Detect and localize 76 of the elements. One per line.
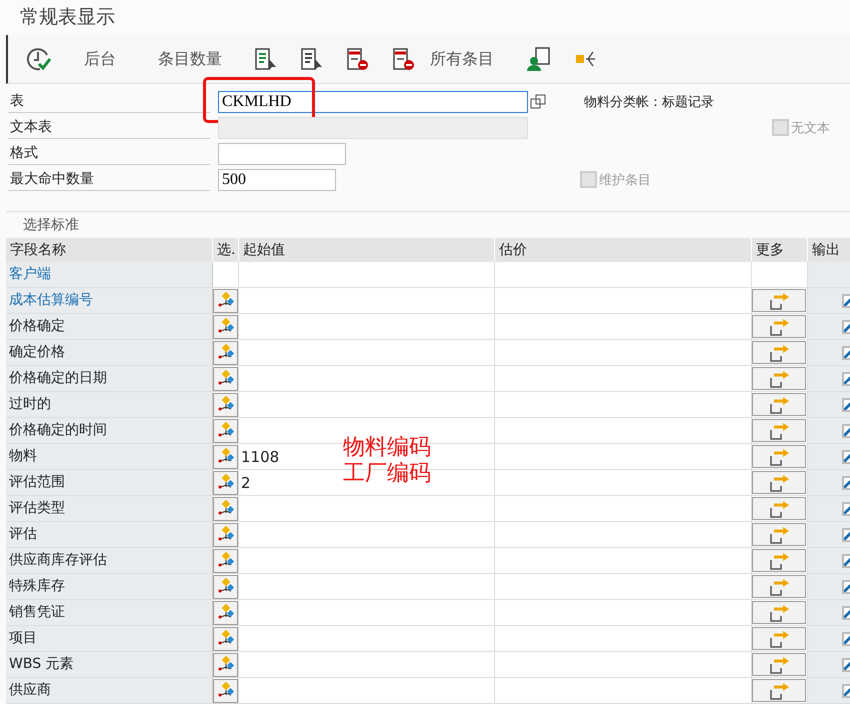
toolbar-button[interactable]: 条目数量 bbox=[140, 41, 240, 77]
field-name: 评估范围 bbox=[6, 470, 213, 495]
field-name: 项目 bbox=[6, 626, 213, 651]
field-name: 特殊库存 bbox=[6, 574, 213, 599]
delete-list-icon bbox=[392, 47, 416, 71]
checkbox[interactable] bbox=[772, 119, 789, 136]
field-name: 价格确定的时间 bbox=[6, 418, 213, 443]
multiple-selection-icon bbox=[768, 474, 790, 492]
field-name: 客户端 bbox=[6, 262, 213, 287]
field-name: 确定价格 bbox=[6, 340, 213, 365]
clock-check-icon bbox=[26, 46, 52, 72]
text-table-field[interactable] bbox=[218, 116, 528, 138]
multiple-selection-icon bbox=[768, 344, 790, 362]
list-cursor-icon bbox=[254, 47, 278, 71]
field-name: 评估 bbox=[6, 522, 213, 547]
options-icon bbox=[216, 448, 234, 466]
document-cursor-icon bbox=[300, 47, 324, 71]
field-name: 销售凭证 bbox=[6, 600, 213, 625]
annotation-text: 物料编码 bbox=[343, 436, 431, 460]
field-name: 过时的 bbox=[6, 392, 213, 417]
multiple-selection-icon bbox=[768, 370, 790, 388]
person-icon bbox=[526, 46, 552, 72]
field-label: 表 bbox=[8, 90, 210, 113]
max-hits-field[interactable]: 500 bbox=[218, 168, 336, 190]
table-name-field[interactable]: CKMLHD bbox=[218, 90, 528, 112]
options-icon bbox=[216, 474, 234, 492]
options-icon bbox=[216, 656, 234, 674]
multiple-selection-icon bbox=[768, 552, 790, 570]
options-icon bbox=[216, 422, 234, 440]
field-label: 文本表 bbox=[8, 116, 210, 139]
table-description: 物料分类帐：标题记录 bbox=[584, 94, 714, 110]
checkbox-label: 维护条目 bbox=[599, 172, 651, 188]
field-name: 成本估算编号 bbox=[6, 288, 213, 313]
multiple-selection-icon bbox=[768, 500, 790, 518]
multiple-selection-icon bbox=[768, 682, 790, 700]
delete-button[interactable]: 所有条目 bbox=[384, 41, 512, 77]
layout-field[interactable] bbox=[218, 142, 346, 164]
options-icon bbox=[216, 500, 234, 518]
options-icon bbox=[216, 526, 234, 544]
multiple-selection-icon bbox=[768, 292, 790, 310]
multiple-selection-icon bbox=[768, 630, 790, 648]
multiple-selection-icon bbox=[768, 526, 790, 544]
start-value[interactable]: 2 bbox=[239, 474, 251, 492]
checkbox[interactable] bbox=[580, 171, 597, 188]
multiple-selection-icon bbox=[768, 604, 790, 622]
options-icon bbox=[216, 682, 234, 700]
field-label: 格式 bbox=[8, 142, 210, 165]
options-icon bbox=[216, 344, 234, 362]
field-name: 供应商 bbox=[6, 678, 213, 703]
options-icon bbox=[216, 552, 234, 570]
field-name: WBS 元素 bbox=[6, 652, 213, 677]
multiple-selection-icon bbox=[768, 422, 790, 440]
multiple-selection-icon bbox=[768, 318, 790, 336]
annotation-text: 工厂编码 bbox=[343, 462, 431, 486]
field-name: 供应商库存评估 bbox=[6, 548, 213, 573]
options-icon bbox=[216, 318, 234, 336]
options-icon bbox=[216, 370, 234, 388]
options-icon bbox=[216, 604, 234, 622]
options-icon bbox=[216, 396, 234, 414]
delete-list-icon bbox=[346, 47, 370, 71]
toolbar-button[interactable]: 后台 bbox=[66, 41, 134, 77]
field-label: 最大命中数量 bbox=[8, 168, 210, 191]
options-icon bbox=[216, 578, 234, 596]
options-icon bbox=[216, 630, 234, 648]
checkbox-label: 无文本 bbox=[791, 120, 830, 136]
options-icon bbox=[216, 292, 234, 310]
multiple-selection-icon bbox=[768, 656, 790, 674]
field-name: 价格确定的日期 bbox=[6, 366, 213, 391]
multiple-selection-icon bbox=[768, 448, 790, 466]
copy-icon[interactable] bbox=[530, 92, 548, 110]
multiple-selection-icon bbox=[768, 396, 790, 414]
field-name: 价格确定 bbox=[6, 314, 213, 339]
start-value[interactable]: 1108 bbox=[239, 448, 280, 466]
multiple-selection-icon bbox=[768, 578, 790, 596]
field-name: 评估类型 bbox=[6, 496, 213, 521]
field-name: 物料 bbox=[6, 444, 213, 469]
